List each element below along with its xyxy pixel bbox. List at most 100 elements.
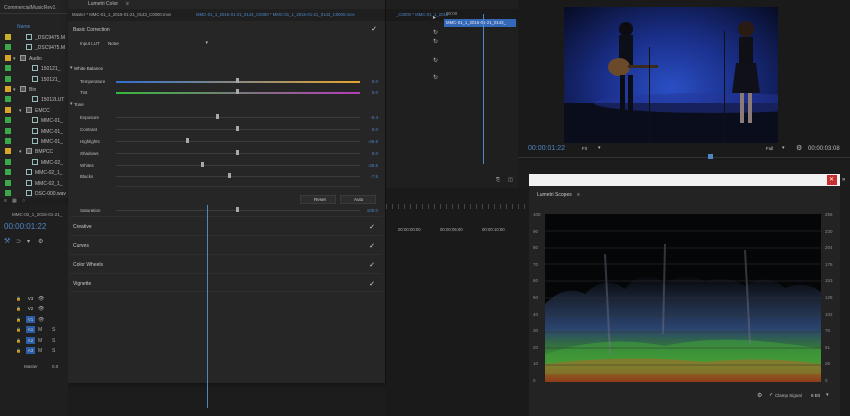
scopes-title[interactable]: Lumetri Scopes: [537, 193, 572, 198]
name-column-header[interactable]: Name: [17, 25, 30, 30]
tone-label[interactable]: Tone: [74, 102, 84, 108]
scopes-menu-icon[interactable]: ≡: [577, 193, 580, 198]
reset-button[interactable]: Reset: [300, 195, 336, 204]
tool-icon-3[interactable]: ↻: [433, 39, 438, 45]
color-wheels-section[interactable]: Color Wheels ✓: [70, 254, 382, 273]
exposure-slider-thumb[interactable]: [216, 114, 219, 119]
track-header[interactable]: 🔒 V2 👁: [16, 304, 68, 314]
sequence-tab[interactable]: MMC-02_1_2015-01-21_: [12, 212, 62, 218]
program-video-frame[interactable]: [564, 7, 778, 143]
blacks-value[interactable]: -7.5: [370, 174, 378, 179]
curves-check[interactable]: ✓: [369, 242, 375, 250]
track-target[interactable]: V1: [26, 315, 35, 323]
label-color-swatch[interactable]: [5, 127, 11, 134]
highlights-slider-track[interactable]: [116, 141, 360, 142]
eye-icon[interactable]: 👁: [38, 306, 44, 312]
disclosure-triangle-icon[interactable]: ▾: [13, 56, 16, 62]
highlights-value[interactable]: -46.8: [368, 139, 378, 144]
tint-value[interactable]: 0.0: [372, 90, 378, 95]
project-item[interactable]: 150121_: [0, 63, 70, 74]
white-balance-label[interactable]: White Balance: [74, 66, 103, 72]
label-color-swatch[interactable]: [5, 179, 11, 186]
track-header[interactable]: 🔒 A1 M S: [16, 325, 68, 335]
source-tab-fragment[interactable]: _C0000 * MMC-01_1_2015: [396, 12, 448, 17]
shadows-slider-thumb[interactable]: [236, 150, 239, 155]
eye-icon[interactable]: 👁: [38, 296, 44, 302]
project-item[interactable]: ▾ Audio: [0, 53, 70, 64]
solo-toggle[interactable]: S: [52, 338, 55, 344]
basic-correction-section[interactable]: Basic Correction ✓: [70, 25, 382, 35]
auto-button[interactable]: Auto: [340, 195, 376, 204]
waveform-display[interactable]: [545, 214, 821, 382]
project-item[interactable]: 15012LUT: [0, 94, 70, 105]
program-scrub-bar[interactable]: [518, 157, 850, 158]
program-playhead[interactable]: [708, 154, 713, 159]
close-button[interactable]: ✕: [827, 175, 837, 185]
track-target[interactable]: V3: [26, 295, 35, 302]
temperature-slider-thumb[interactable]: [236, 78, 239, 83]
source-clip-selected[interactable]: MMC-01_1_2015-01-21_0143_: [444, 19, 516, 27]
icon-view-icon[interactable]: ▦: [12, 199, 17, 204]
label-color-swatch[interactable]: [5, 86, 11, 92]
track-target[interactable]: A1: [26, 326, 35, 334]
blacks-slider-track[interactable]: [116, 176, 360, 177]
whites-slider-thumb[interactable]: [201, 162, 204, 167]
track-target[interactable]: A3: [26, 347, 35, 354]
curves-section[interactable]: Curves ✓: [70, 235, 382, 254]
snap-icon[interactable]: ⚒: [4, 238, 10, 245]
project-item[interactable]: MMC-02_1_: [0, 178, 70, 189]
project-item[interactable]: ▾ BMPCC: [0, 146, 70, 157]
basic-correction-check[interactable]: ✓: [371, 26, 377, 33]
lock-icon[interactable]: 🔒: [16, 317, 21, 322]
sequence-target-tab[interactable]: MMC-01_1_2015-01-21_0143_C0000 * MMC-01_…: [196, 12, 355, 17]
creative-check[interactable]: ✓: [369, 223, 375, 231]
zoom-fit-dropdown[interactable]: Fit ▾: [580, 146, 604, 153]
project-title[interactable]: CommercialMusicRev1: [4, 6, 55, 11]
clamp-signal-check[interactable]: ✓: [769, 393, 773, 398]
clip-target-tab[interactable]: Master * MMC-01_1_2015-01-21_0143_C0000.…: [72, 12, 171, 17]
label-color-swatch[interactable]: [5, 54, 11, 61]
label-color-swatch[interactable]: [5, 190, 11, 196]
label-color-swatch[interactable]: [5, 34, 11, 40]
project-item[interactable]: _DSC9475.M: [0, 42, 70, 53]
disclosure-triangle-icon[interactable]: ▾: [19, 149, 22, 155]
disclosure-triangle-icon[interactable]: ▾: [13, 87, 16, 93]
track-target[interactable]: A2: [26, 336, 35, 344]
master-value[interactable]: 0.0: [52, 364, 58, 370]
label-color-swatch[interactable]: [5, 117, 11, 124]
label-color-swatch[interactable]: [5, 96, 11, 103]
project-item[interactable]: ▾ Bin: [0, 84, 70, 95]
project-item[interactable]: 150121_: [0, 74, 70, 85]
label-color-swatch[interactable]: [5, 158, 11, 165]
timeline-playhead[interactable]: [207, 205, 208, 408]
whites-slider-track[interactable]: [116, 165, 360, 166]
source-playhead[interactable]: [483, 14, 484, 164]
mute-toggle[interactable]: M: [38, 338, 42, 344]
tool-icon-2[interactable]: ↻: [433, 30, 438, 36]
label-color-swatch[interactable]: [5, 169, 11, 176]
resolution-dropdown[interactable]: Full ▾: [764, 146, 788, 153]
tool-icon-4[interactable]: ↻: [433, 58, 438, 64]
label-color-swatch[interactable]: [5, 106, 11, 113]
lock-icon[interactable]: 🔒: [16, 348, 21, 353]
add-marker-icon[interactable]: ▾: [27, 239, 30, 245]
label-color-swatch[interactable]: [5, 138, 11, 144]
creative-section[interactable]: Creative ✓: [70, 216, 382, 235]
eye-icon[interactable]: 👁: [38, 317, 44, 323]
temperature-value[interactable]: 0.0: [372, 79, 378, 84]
project-item[interactable]: MMC-01_: [0, 136, 70, 147]
highlights-slider-thumb[interactable]: [186, 138, 189, 143]
export-frame-icon[interactable]: ⎘: [496, 178, 500, 183]
vignette-section[interactable]: Vignette ✓: [70, 273, 382, 292]
vignette-check[interactable]: ✓: [369, 280, 375, 288]
project-item[interactable]: MMC-02_: [0, 157, 70, 168]
solo-toggle[interactable]: S: [52, 348, 55, 354]
label-color-swatch[interactable]: [5, 65, 11, 72]
label-color-swatch[interactable]: [5, 44, 11, 51]
settings-icon[interactable]: ◫: [508, 178, 513, 183]
lock-icon[interactable]: 🔒: [16, 306, 21, 311]
timeline-timecode[interactable]: 00:00:01:22: [4, 223, 46, 231]
exposure-value[interactable]: -0.4: [370, 115, 378, 120]
project-item[interactable]: _DSC9475.M: [0, 32, 70, 43]
tone-toggle-icon[interactable]: ▾: [70, 102, 73, 107]
